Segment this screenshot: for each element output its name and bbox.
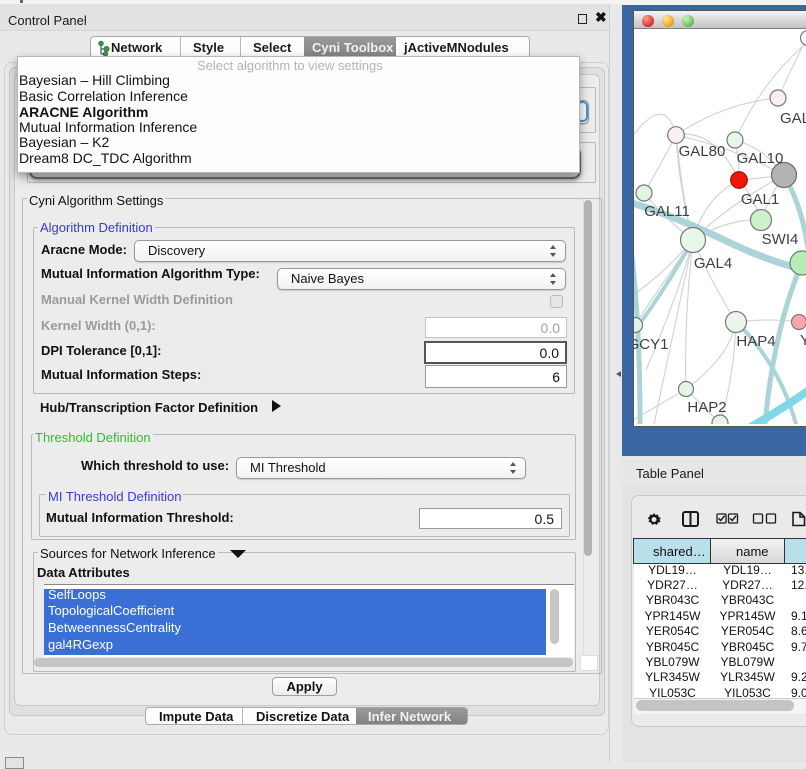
- svg-text:GAL11: GAL11: [644, 203, 690, 220]
- svg-text:GAL4: GAL4: [694, 255, 732, 272]
- svg-text:GCY1: GCY1: [634, 336, 668, 353]
- svg-text:HAP4: HAP4: [736, 333, 775, 350]
- svg-text:GAL80: GAL80: [679, 143, 726, 160]
- svg-text:Y: Y: [800, 332, 806, 349]
- svg-text:SWI4: SWI4: [762, 231, 799, 248]
- svg-text:GAL1: GAL1: [741, 191, 779, 208]
- svg-text:HAP2: HAP2: [687, 399, 726, 416]
- svg-text:GAL: GAL: [780, 110, 806, 127]
- svg-text:GAL10: GAL10: [737, 150, 784, 167]
